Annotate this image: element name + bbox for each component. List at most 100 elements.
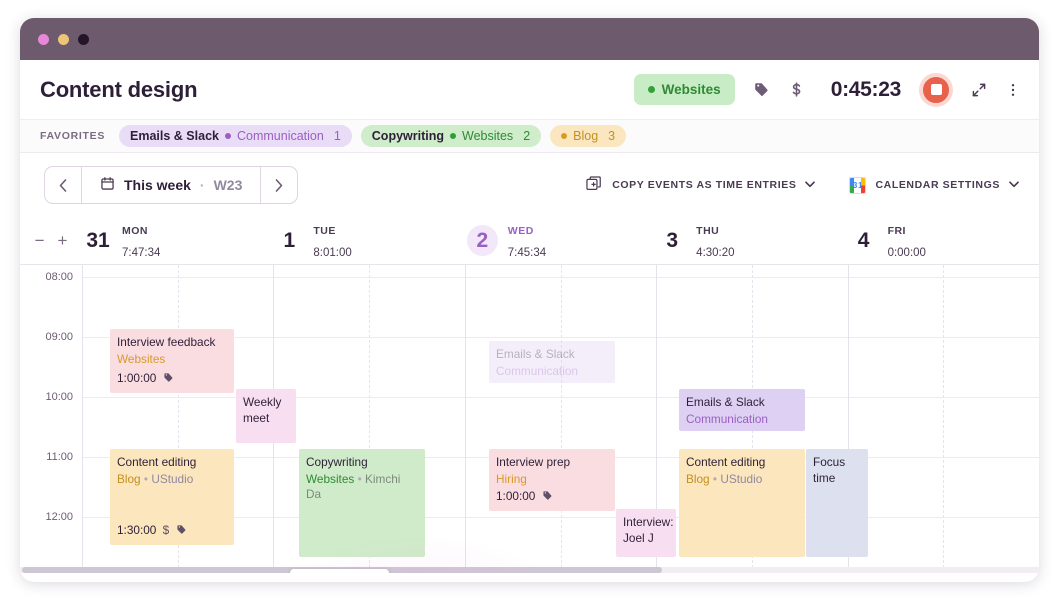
favorite-project: Communication bbox=[236, 129, 324, 143]
calendar-event-mon-content-editing[interactable]: Content editing Blog • UStudio 1:30:00 $ bbox=[110, 449, 234, 545]
stop-timer-button[interactable] bbox=[919, 72, 953, 107]
calendar-event-thu-interview-prep[interactable]: Interview prep Hiring 1:00:00 bbox=[489, 449, 615, 511]
date-range-label[interactable]: This week · W23 bbox=[82, 176, 260, 194]
calendar-event-wed-emails-slack-faded[interactable]: Emails & Slack Communication bbox=[489, 341, 615, 383]
event-client: UStudio bbox=[720, 471, 763, 486]
day-number: 1 bbox=[283, 228, 296, 252]
event-title: Weekly meet bbox=[243, 395, 282, 425]
event-duration: 1:00:00 bbox=[117, 371, 174, 387]
day-header-thu[interactable]: 3 THU 4:30:20 bbox=[656, 219, 847, 262]
calendar-settings-button[interactable]: 31 CALENDAR SETTINGS bbox=[849, 176, 1019, 194]
event-separator: • bbox=[354, 471, 365, 486]
event-title: Content editing bbox=[686, 455, 766, 469]
favorite-name: Copywriting bbox=[371, 129, 444, 143]
time-label: 10:00 bbox=[45, 391, 73, 403]
day-name: MON bbox=[122, 224, 148, 237]
event-project: Websites • Kimchi Da bbox=[306, 471, 401, 502]
tag-icon bbox=[172, 523, 186, 537]
project-pill-label: Websites bbox=[661, 82, 721, 97]
favorite-chip-blog[interactable]: Blog 3 bbox=[550, 125, 627, 147]
time-gutter: 08:00 09:00 10:00 11:00 12:00 bbox=[20, 265, 82, 573]
day-total-time: 4:30:20 bbox=[696, 246, 735, 259]
app-window: Content design Websites 0:45:23 FAVORITE… bbox=[20, 18, 1039, 582]
event-title: Interview feedback bbox=[117, 335, 216, 349]
day-header-wed[interactable]: 2 WED 7:45:34 bbox=[465, 219, 656, 262]
favorite-color-dot bbox=[561, 133, 568, 139]
event-title: Interview prep bbox=[496, 455, 571, 469]
event-title: Interview: Joel J bbox=[623, 515, 674, 545]
copy-as-time-entry-tooltip: Copy as Time Entry bbox=[290, 569, 389, 573]
page-title: Content design bbox=[40, 76, 198, 102]
calendar-grid[interactable]: 08:00 09:00 10:00 11:00 12:00 Interview feed… bbox=[20, 265, 1039, 573]
day-name: FRI bbox=[887, 224, 906, 237]
event-separator: • bbox=[140, 471, 152, 486]
favorite-chip-copywriting[interactable]: Copywriting Websites 2 bbox=[360, 125, 542, 147]
expand-icon[interactable] bbox=[971, 82, 987, 98]
event-project: Hiring bbox=[496, 471, 527, 486]
tag-icon bbox=[159, 371, 173, 385]
favorite-count: 2 bbox=[523, 129, 531, 143]
favorites-bar: FAVORITES Emails & Slack Communication 1… bbox=[20, 120, 1039, 153]
day-number: 2 bbox=[466, 225, 498, 256]
calendar-event-fri-focus-time[interactable]: Focus time bbox=[806, 449, 868, 557]
tag-icon[interactable] bbox=[753, 81, 770, 98]
day-header-row: − + 31 MON 7:47:34 1 TUE 8:01:00 2 WED 7… bbox=[20, 217, 1039, 265]
time-label: 12:00 bbox=[45, 511, 73, 523]
date-navigator: This week · W23 bbox=[44, 166, 299, 204]
tag-icon bbox=[538, 489, 552, 503]
previous-week-button[interactable] bbox=[45, 167, 82, 203]
day-subcolumn-divider bbox=[560, 265, 562, 573]
more-vertical-icon[interactable] bbox=[1005, 82, 1021, 98]
favorite-project: Websites bbox=[462, 129, 514, 143]
event-separator: • bbox=[709, 471, 721, 486]
favorite-count: 3 bbox=[608, 129, 616, 143]
horizontal-scrollbar[interactable] bbox=[20, 567, 1039, 573]
day-total-time: 8:01:00 bbox=[313, 246, 352, 259]
day-total-time: 7:45:34 bbox=[507, 246, 547, 259]
calendar-event-thu-interview-joel[interactable]: Interview: Joel J bbox=[616, 509, 676, 557]
event-duration: 1:30:00 $ bbox=[117, 523, 187, 539]
google-calendar-icon: 31 bbox=[849, 176, 867, 194]
day-header-tue[interactable]: 1 TUE 8:01:00 bbox=[273, 219, 464, 262]
calendar-toolbar: This week · W23 COPY EVENTS AS TIME ENTR… bbox=[20, 153, 1039, 217]
day-name: THU bbox=[696, 224, 720, 237]
window-minimize-dot[interactable] bbox=[58, 33, 69, 45]
project-pill[interactable]: Websites bbox=[633, 74, 735, 105]
window-maximize-dot[interactable] bbox=[78, 33, 89, 45]
day-name: TUE bbox=[313, 224, 336, 237]
window-close-dot[interactable] bbox=[38, 33, 49, 45]
favorite-color-dot bbox=[450, 133, 456, 139]
calendar-event-tue-weekly-meet[interactable]: Weekly meet bbox=[236, 389, 296, 443]
stop-icon bbox=[930, 84, 942, 95]
calendar-event-fri-emails-slack[interactable]: Emails & Slack Communication bbox=[679, 389, 805, 431]
event-title: Content editing bbox=[117, 455, 197, 469]
calendar-event-mon-interview-feedback[interactable]: Interview feedback Websites 1:00:00 bbox=[110, 329, 234, 393]
copy-events-icon bbox=[585, 175, 603, 196]
calendar-icon bbox=[100, 176, 115, 194]
event-project: Websites bbox=[117, 351, 166, 366]
day-header-mon[interactable]: 31 MON 7:47:34 bbox=[82, 219, 273, 262]
next-week-button[interactable] bbox=[260, 167, 297, 203]
day-number: 4 bbox=[857, 228, 870, 252]
day-total-time: 7:47:34 bbox=[122, 246, 161, 259]
day-header-fri[interactable]: 4 FRI 0:00:00 bbox=[848, 219, 1039, 262]
day-column-divider bbox=[82, 265, 83, 573]
dollar-icon[interactable] bbox=[788, 81, 805, 98]
zoom-controls: − + bbox=[20, 231, 82, 251]
calendar-event-wed-copywriting[interactable]: Copywriting Websites • Kimchi Da bbox=[299, 449, 425, 557]
project-color-dot bbox=[647, 86, 655, 93]
zoom-out-button[interactable]: − bbox=[35, 231, 45, 251]
toolbar-actions: COPY EVENTS AS TIME ENTRIES 31 CALENDAR … bbox=[585, 175, 1019, 196]
week-number: W23 bbox=[213, 177, 243, 193]
event-title: Focus time bbox=[813, 455, 846, 485]
calendar-event-fri-content-editing[interactable]: Content editing Blog • UStudio bbox=[679, 449, 805, 557]
event-title: Emails & Slack bbox=[496, 347, 575, 361]
favorite-chip-emails-slack[interactable]: Emails & Slack Communication 1 bbox=[119, 125, 352, 147]
date-separator: · bbox=[199, 177, 205, 193]
dollar-icon: $ bbox=[159, 523, 170, 538]
copy-events-button[interactable]: COPY EVENTS AS TIME ENTRIES bbox=[585, 175, 816, 196]
zoom-in-button[interactable]: + bbox=[58, 231, 68, 251]
event-duration: 1:00:00 bbox=[496, 489, 553, 505]
event-project: Blog • UStudio bbox=[686, 471, 763, 486]
day-name: WED bbox=[507, 224, 534, 237]
